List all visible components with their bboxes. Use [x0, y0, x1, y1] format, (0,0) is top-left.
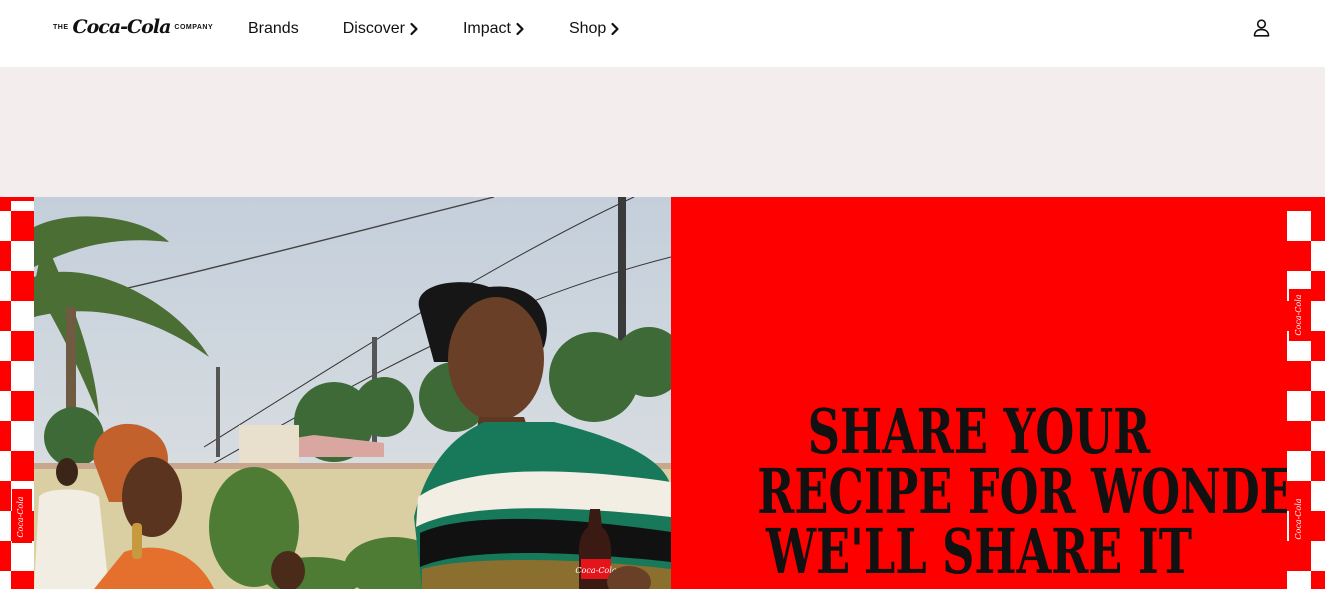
hero-banner[interactable]: Coca-Cola Coca‑Cola SHARE YOUR RECIPE FO…: [0, 197, 1325, 589]
chevron-right-icon: [410, 22, 418, 36]
party-scene-image: Coca‑Cola: [34, 197, 671, 589]
site-header: THE Coca-Cola COMPANY Brands Discover Im…: [0, 0, 1325, 67]
chevron-right-icon: [516, 22, 524, 36]
headline-panel: SHARE YOUR RECIPE FOR WONDER. WE'LL SHAR…: [671, 197, 1287, 589]
coca-cola-company-logo[interactable]: THE Coca-Cola COMPANY: [53, 14, 213, 40]
nav-item-label: Brands: [248, 20, 299, 37]
headline-line: WE'LL SHARE IT: [766, 515, 1192, 588]
logo-prefix: THE: [53, 23, 69, 31]
nav-item-label: Shop: [568, 20, 607, 37]
checker-border-left: Coca-Cola: [0, 197, 34, 589]
nav-item-discover[interactable]: Discover: [343, 20, 419, 38]
hero-headline: SHARE YOUR RECIPE FOR WONDER. WE'LL SHAR…: [757, 395, 1287, 588]
hero-photo: Coca‑Cola: [34, 197, 671, 589]
nav-item-impact[interactable]: Impact: [463, 20, 525, 38]
chevron-right-icon: [611, 22, 619, 36]
logo-script: Coca-Cola: [72, 16, 172, 38]
nav-item-label: Impact: [462, 20, 511, 37]
nav-item-label: Discover: [342, 20, 405, 37]
coca-cola-border-mark: Coca-Cola: [16, 496, 25, 537]
nav-item-shop[interactable]: Shop: [569, 20, 620, 38]
promo-band: [0, 67, 1325, 197]
coca-cola-border-mark: Coca-Cola: [1294, 294, 1303, 335]
user-icon[interactable]: [1253, 19, 1270, 37]
logo-suffix: COMPANY: [174, 23, 214, 31]
checker-border-right: Coca-Cola Coca-Cola: [1287, 197, 1325, 589]
headline-line: RECIPE FOR WONDER.: [757, 455, 1287, 528]
coca-cola-border-mark: Coca-Cola: [1294, 498, 1303, 539]
nav-item-brands[interactable]: Brands: [248, 20, 299, 38]
headline-line: SHARE YOUR: [807, 395, 1151, 468]
main-nav: Brands Discover Impact Shop: [248, 18, 664, 40]
